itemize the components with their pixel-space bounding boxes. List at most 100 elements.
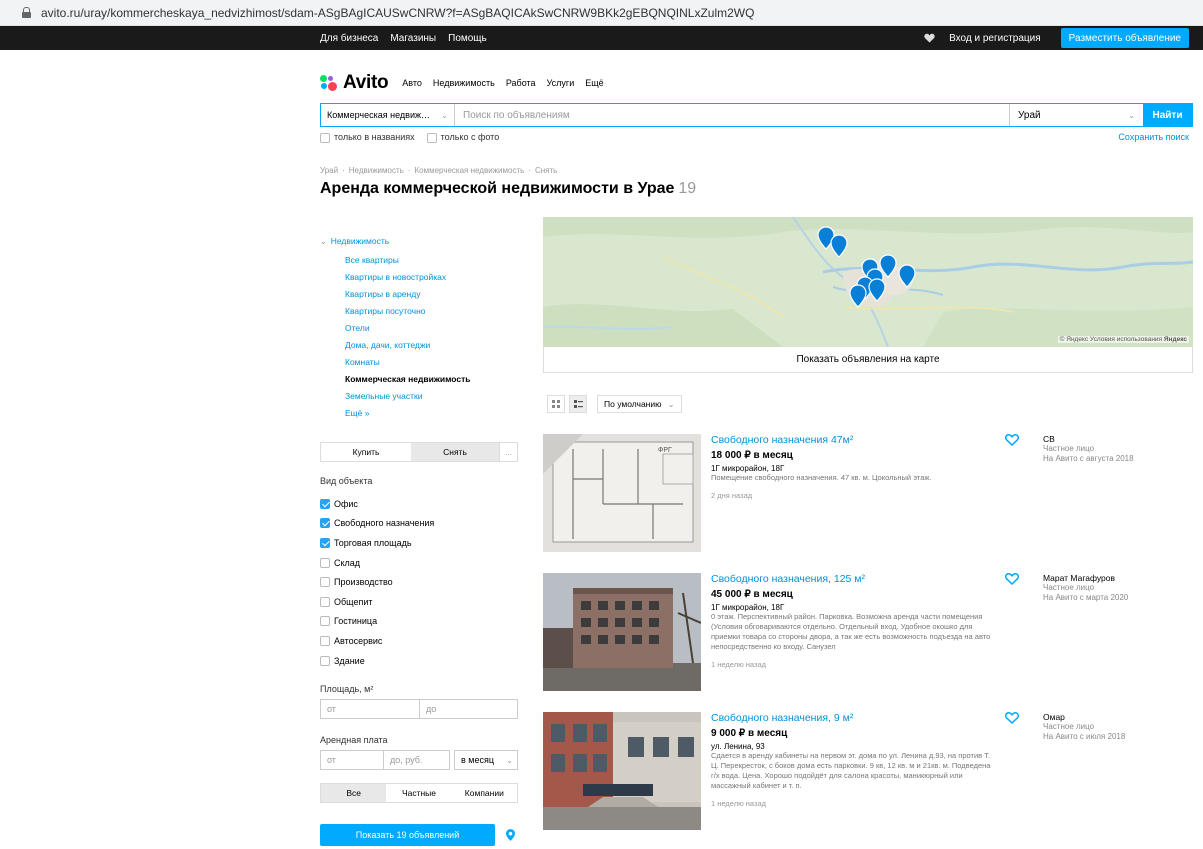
listing-photo[interactable]	[543, 712, 701, 830]
object-type-label: Вид объекта	[320, 476, 373, 486]
type-checkbox-catering[interactable]: Общепит	[320, 592, 434, 612]
sort-select[interactable]: По умолчанию ⌄	[597, 395, 682, 413]
category-item[interactable]: Отели	[345, 320, 470, 337]
breadcrumb-item[interactable]: Урай	[320, 166, 338, 175]
nav-more[interactable]: Ещё	[585, 78, 603, 88]
listing-date: 1 неделю назад	[711, 660, 767, 669]
seller-company-tab[interactable]: Компании	[452, 784, 517, 802]
listing-photo[interactable]: ФРГ	[543, 434, 701, 552]
breadcrumb-item[interactable]: Снять	[535, 166, 557, 175]
listing-info: Свободного назначения, 9 м² 9 000 ₽ в ме…	[711, 712, 991, 808]
checkbox-box	[320, 596, 330, 607]
search-input[interactable]: Поиск по объявлениям	[455, 104, 1010, 126]
seller-private-tab[interactable]: Частные	[386, 784, 451, 802]
map-copyright-text[interactable]: © Яндекс Условия использования	[1060, 336, 1162, 343]
checkbox-box	[426, 132, 437, 143]
category-item[interactable]: Комнаты	[345, 354, 470, 371]
listing-title[interactable]: Свободного назначения, 125 м²	[711, 573, 991, 585]
city-select[interactable]: Урай ⌄	[1010, 104, 1143, 126]
favorite-heart-icon[interactable]	[1005, 434, 1019, 446]
category-item[interactable]: Земельные участки	[345, 388, 470, 405]
category-item[interactable]: Дома, дачи, коттеджи	[345, 337, 470, 354]
category-root[interactable]: ⌄ Недвижимость	[320, 236, 470, 246]
with-photo-label: только с фото	[440, 132, 500, 142]
listing-address: 1Г микрорайон, 18Г	[711, 603, 785, 612]
browser-address-bar[interactable]: avito.ru/uray/kommercheskaya_nedvizhimos…	[0, 0, 1203, 26]
breadcrumb-item[interactable]: Коммерческая недвижимость	[414, 166, 524, 175]
listing-seller: СВ Частное лицо На Авито с августа 2018	[1043, 434, 1134, 464]
type-checkbox-production[interactable]: Производство	[320, 572, 434, 592]
checkbox-box	[320, 635, 330, 646]
listing-description: Сдается в аренду кабинеты на первом эт. …	[711, 751, 991, 790]
logo-text: Avito	[343, 72, 389, 93]
category-item[interactable]: Все квартиры	[345, 252, 470, 269]
top-link-shops[interactable]: Магазины	[390, 33, 436, 44]
area-from-input[interactable]: от	[320, 699, 420, 719]
list-icon	[573, 400, 583, 408]
category-item[interactable]: Квартиры посуточно	[345, 303, 470, 320]
nav-auto[interactable]: Авто	[402, 78, 422, 88]
favorite-heart-icon[interactable]	[1005, 712, 1019, 724]
type-checkbox-autoservice[interactable]: Автосервис	[320, 631, 434, 651]
show-on-map-button[interactable]	[502, 824, 518, 846]
favorites-heart-icon[interactable]	[924, 33, 935, 43]
login-link[interactable]: Вход и регистрация	[949, 33, 1041, 44]
deal-buy-tab[interactable]: Купить	[321, 443, 411, 461]
nav-services[interactable]: Услуги	[547, 78, 575, 88]
results-count: 19	[678, 180, 697, 197]
rent-to-input[interactable]: до, руб.	[384, 750, 450, 770]
category-item[interactable]: Квартиры в аренду	[345, 286, 470, 303]
post-ad-button[interactable]: Разместить объявление	[1060, 28, 1189, 48]
rent-period-select[interactable]: в месяц ⌄	[454, 750, 518, 770]
category-more[interactable]: Ещё »	[345, 405, 470, 422]
listing-title[interactable]: Свободного назначения 47м²	[711, 434, 991, 446]
checkbox-box	[320, 655, 330, 666]
top-link-business[interactable]: Для бизнеса	[320, 33, 378, 44]
breadcrumb: Урай · Недвижимость · Коммерческая недвижи…	[320, 166, 557, 175]
breadcrumb-item[interactable]: Недвижимость	[349, 166, 404, 175]
save-search-link[interactable]: Сохранить поиск	[1118, 132, 1189, 142]
seller-name[interactable]: СВ	[1043, 434, 1134, 444]
show-on-map-link[interactable]: Показать объявления на карте	[543, 347, 1193, 373]
seller-all-tab[interactable]: Все	[321, 784, 387, 802]
map[interactable]: © Яндекс Условия использования Яндекс	[543, 217, 1193, 347]
url-text[interactable]: avito.ru/uray/kommercheskaya_nedvizhimos…	[41, 6, 754, 20]
listing-photo[interactable]	[543, 573, 701, 691]
type-checkbox-building[interactable]: Здание	[320, 651, 434, 671]
seller-name[interactable]: Марат Магафуров	[1043, 573, 1128, 583]
grid-view-button[interactable]	[547, 395, 565, 413]
seller-name[interactable]: Омар	[1043, 712, 1125, 722]
favorite-heart-icon[interactable]	[1005, 573, 1019, 585]
type-checkbox-office[interactable]: Офис	[320, 494, 434, 514]
area-to-input[interactable]: до	[420, 699, 518, 719]
show-results-button[interactable]: Показать 19 объявлений	[320, 824, 495, 846]
nav-realty[interactable]: Недвижимость	[433, 78, 495, 88]
yandex-brand: Яндекс	[1163, 336, 1187, 343]
checkbox-box	[320, 557, 330, 568]
nav-jobs[interactable]: Работа	[506, 78, 536, 88]
listing-info: Свободного назначения, 125 м² 45 000 ₽ в…	[711, 573, 991, 669]
top-link-help[interactable]: Помощь	[448, 33, 487, 44]
listing-price: 9 000 ₽ в месяц	[711, 728, 788, 739]
building-photo	[543, 712, 701, 830]
deal-more-tab[interactable]: ...	[499, 443, 517, 461]
seller-since: На Авито с августа 2018	[1043, 454, 1134, 463]
avito-logo[interactable]: Avito	[320, 72, 389, 94]
category-select[interactable]: Коммерческая недвиж… ⌄	[321, 104, 455, 126]
type-checkbox-free[interactable]: Свободного назначения	[320, 514, 434, 534]
type-checkbox-warehouse[interactable]: Склад	[320, 553, 434, 573]
titles-only-checkbox[interactable]: только в названиях	[320, 132, 415, 143]
category-item[interactable]: Квартиры в новостройках	[345, 269, 470, 286]
type-checkbox-retail[interactable]: Торговая площадь	[320, 533, 434, 553]
search-button[interactable]: Найти	[1143, 104, 1192, 126]
listing-seller: Омар Частное лицо На Авито с июля 2018	[1043, 712, 1125, 742]
rent-from-input[interactable]: от	[320, 750, 384, 770]
top-bar: Для бизнеса Магазины Помощь Вход и регис…	[0, 26, 1203, 50]
list-view-button[interactable]	[569, 395, 587, 413]
type-checkbox-hotel[interactable]: Гостиница	[320, 612, 434, 632]
with-photo-checkbox[interactable]: только с фото	[426, 132, 500, 143]
svg-text:ФРГ: ФРГ	[658, 447, 672, 454]
deal-rent-tab[interactable]: Снять	[411, 443, 499, 461]
listing-title[interactable]: Свободного назначения, 9 м²	[711, 712, 991, 724]
type-label: Автосервис	[334, 635, 383, 646]
